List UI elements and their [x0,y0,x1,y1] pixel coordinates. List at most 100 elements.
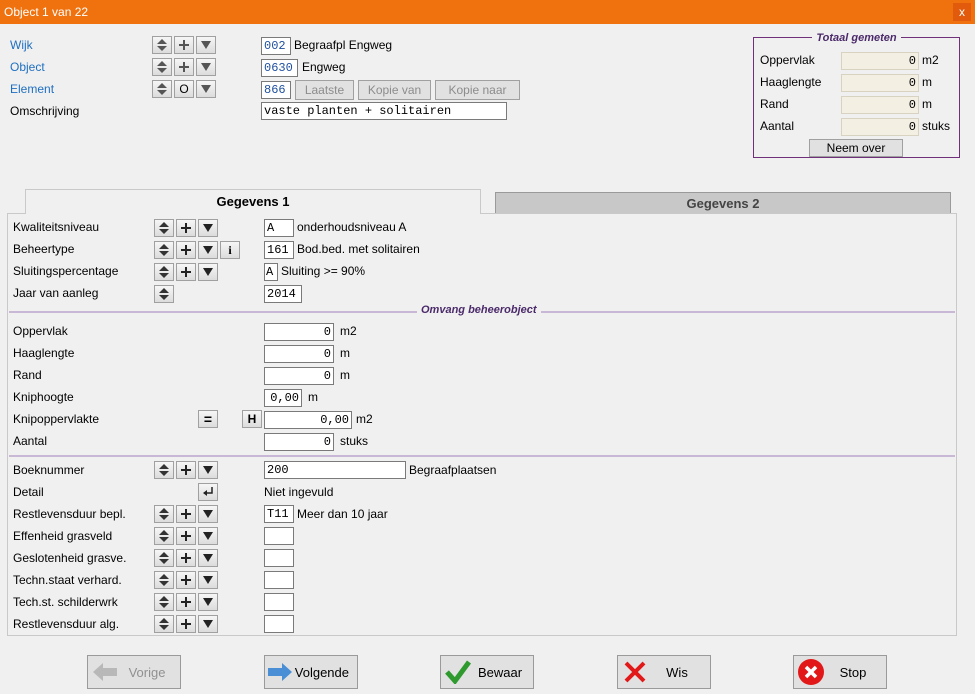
aantal-input[interactable]: 0 [264,433,334,451]
plus-icon[interactable] [176,615,196,633]
dropdown-icon[interactable] [196,80,216,98]
h-button[interactable]: H [242,410,262,428]
updown-icon[interactable] [154,615,174,633]
restlevensduur-bepl-label: Restlevensduur bepl. [13,507,126,521]
close-button[interactable]: x [953,3,971,21]
wis-button[interactable]: Wis [617,655,711,689]
updown-icon[interactable] [154,505,174,523]
tab-gegevens-2[interactable]: Gegevens 2 [495,192,951,214]
updown-icon[interactable] [152,80,172,98]
element-label[interactable]: Element [10,82,54,96]
plus-icon[interactable] [176,549,196,567]
dropdown-icon[interactable] [196,58,216,76]
bewaar-button[interactable]: Bewaar [440,655,534,689]
dropdown-icon[interactable] [198,263,218,281]
tab-gegevens-1[interactable]: Gegevens 1 [25,189,481,214]
wis-label: Wis [666,664,688,680]
plus-icon[interactable] [176,461,196,479]
plus-icon[interactable] [176,241,196,259]
dropdown-icon[interactable] [198,571,218,589]
dropdown-icon[interactable] [196,36,216,54]
kniphoogte-input[interactable]: 0,00 [264,389,302,407]
restlevensduur-bepl-code[interactable]: T11 [264,505,294,523]
dropdown-icon[interactable] [198,527,218,545]
window-title: Object 1 van 22 [4,5,89,19]
detail-desc: Niet ingevuld [264,485,334,499]
o-button[interactable]: O [174,80,194,98]
updown-icon[interactable] [154,593,174,611]
updown-icon[interactable] [154,219,174,237]
totaal-rand-value: 0 [841,96,919,114]
kwaliteitsniveau-code[interactable]: A [264,219,294,237]
plus-icon[interactable] [174,36,194,54]
totaal-rand-unit: m [922,97,932,111]
updown-icon[interactable] [154,285,174,303]
dropdown-icon[interactable] [198,461,218,479]
wijk-code[interactable]: 002 [261,37,291,55]
updown-icon[interactable] [154,263,174,281]
sluitingspercentage-value: Sluiting >= 90% [281,264,366,278]
plus-icon[interactable] [176,505,196,523]
updown-icon[interactable] [154,571,174,589]
jaar-van-aanleg-input[interactable]: 2014 [264,285,302,303]
aantal-unit: stuks [340,434,369,448]
beheertype-value: Bod.bed. met solitairen [297,242,420,256]
object-label[interactable]: Object [10,60,45,74]
techn-staat-code[interactable] [264,571,294,589]
dropdown-icon[interactable] [198,593,218,611]
updown-icon[interactable] [154,527,174,545]
sluitingspercentage-label: Sluitingspercentage [13,264,119,278]
laatste-button[interactable]: Laatste [295,80,354,100]
stop-button[interactable]: Stop [793,655,887,689]
arrow-right-icon [265,662,295,682]
dropdown-icon[interactable] [198,219,218,237]
plus-icon[interactable] [176,527,196,545]
knipoppervlakte-input[interactable]: 0,00 [264,411,352,429]
effenheid-grasveld-code[interactable] [264,527,294,545]
aantal-label: Aantal [13,434,48,448]
updown-icon[interactable] [152,58,172,76]
object-code[interactable]: 0630 [261,59,298,77]
restlevensduur-alg-label: Restlevensduur alg. [13,617,120,631]
sluitingspercentage-code[interactable]: A [264,263,278,281]
plus-icon[interactable] [174,58,194,76]
restlevensduur-alg-code[interactable] [264,615,294,633]
haaglengte-input[interactable]: 0 [264,345,334,363]
equals-button[interactable]: = [198,410,218,428]
beheertype-code[interactable]: 161 [264,241,294,259]
boeknummer-desc: Begraafplaatsen [409,463,497,477]
kopie-van-button[interactable]: Kopie van [358,80,431,100]
plus-icon[interactable] [176,593,196,611]
tech-schilder-code[interactable] [264,593,294,611]
kopie-naar-button[interactable]: Kopie naar [435,80,520,100]
neem-over-button[interactable]: Neem over [809,139,903,157]
omschrijving-input[interactable]: vaste planten + solitairen [261,102,507,120]
totaal-haaglengte-label: Haaglengte [760,75,822,89]
title-bar: Object 1 van 22 x [0,0,975,24]
info-icon[interactable]: i [220,241,240,259]
plus-icon[interactable] [176,571,196,589]
rand-input[interactable]: 0 [264,367,334,385]
updown-icon[interactable] [154,461,174,479]
oppervlak-input[interactable]: 0 [264,323,334,341]
volgende-button[interactable]: Volgende [264,655,358,689]
updown-icon[interactable] [154,549,174,567]
wijk-label[interactable]: Wijk [10,38,33,52]
plus-icon[interactable] [176,263,196,281]
totaal-oppervlak-label: Oppervlak [760,53,815,67]
dropdown-icon[interactable] [198,549,218,567]
section-separator [9,455,955,457]
dropdown-icon[interactable] [198,615,218,633]
oppervlak-unit: m2 [340,324,357,338]
enter-icon[interactable] [198,483,218,501]
vorige-button[interactable]: Vorige [87,655,181,689]
dropdown-icon[interactable] [198,505,218,523]
boeknummer-input[interactable]: 200 [264,461,406,479]
dropdown-icon[interactable] [198,241,218,259]
updown-icon[interactable] [152,36,172,54]
geslotenheid-code[interactable] [264,549,294,567]
plus-icon[interactable] [176,219,196,237]
volgende-label: Volgende [294,664,349,680]
updown-icon[interactable] [154,241,174,259]
element-code[interactable]: 866 [261,81,291,99]
